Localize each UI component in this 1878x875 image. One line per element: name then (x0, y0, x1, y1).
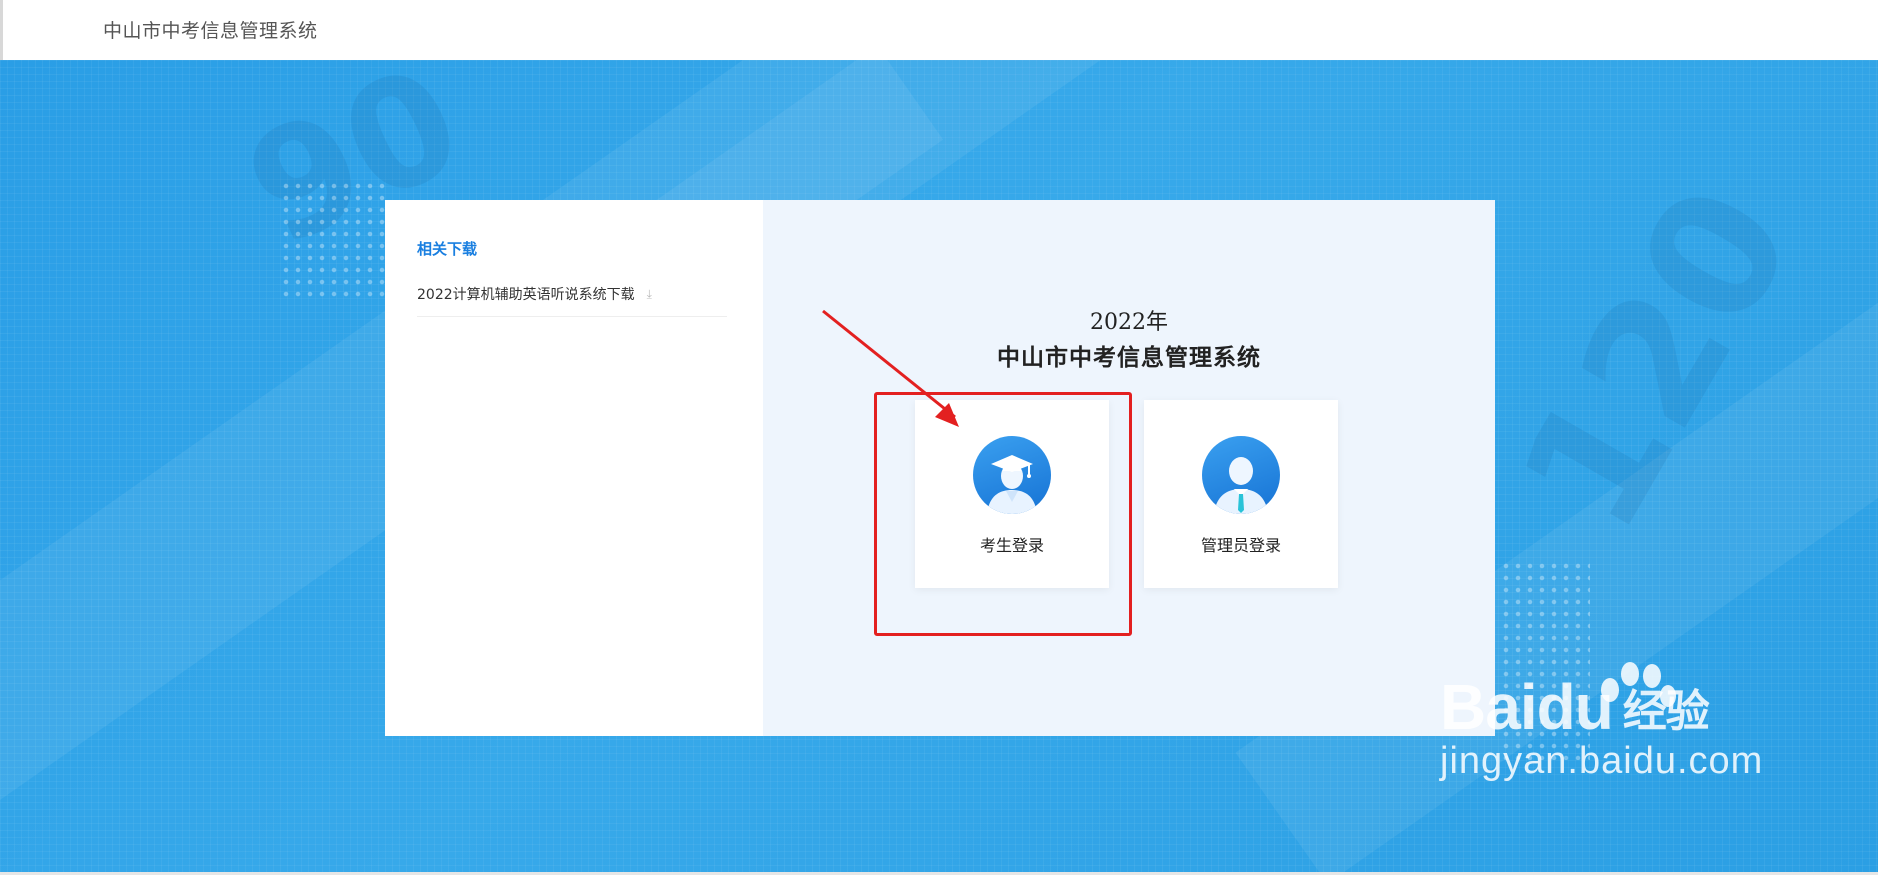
student-login-label: 考生登录 (979, 536, 1044, 555)
system-title: 中山市中考信息管理系统 (997, 344, 1261, 371)
student-avatar-icon (973, 436, 1051, 514)
baidu-jingyan-watermark: Bai du 经验 jingyan.baidu.com (1440, 662, 1764, 783)
downloads-panel: 相关下载 2022计算机辅助英语听说系统下载 ⤓ (385, 200, 763, 736)
site-title: 中山市中考信息管理系统 (103, 20, 318, 42)
download-link-english-system[interactable]: 2022计算机辅助英语听说系统下载 ⤓ (417, 284, 727, 317)
page: 中山市中考信息管理系统 90 120 相关下载 2022计算机辅助英语听说系统下… (0, 0, 1878, 875)
watermark-url: jingyan.baidu.com (1440, 740, 1764, 782)
year-label: 2022年 (1090, 310, 1168, 335)
downloads-heading: 相关下载 (417, 240, 478, 258)
paw-icon (1601, 662, 1676, 707)
watermark-brand-main: Bai (1440, 671, 1538, 743)
background-dots (280, 180, 390, 300)
top-bar: 中山市中考信息管理系统 (0, 0, 1878, 60)
login-panel: 相关下载 2022计算机辅助英语听说系统下载 ⤓ 2022年 中山市中考信息管理… (385, 200, 1495, 736)
download-link-label: 2022计算机辅助英语听说系统下载 (417, 287, 635, 303)
student-login-button[interactable]: 考生登录 (915, 400, 1109, 588)
admin-login-label: 管理员登录 (1200, 536, 1281, 555)
admin-avatar-icon (1202, 436, 1280, 514)
login-options-panel: 2022年 中山市中考信息管理系统 考生登录 管理员登录 (763, 200, 1495, 736)
download-icon: ⤓ (646, 286, 652, 301)
admin-login-button[interactable]: 管理员登录 (1144, 400, 1338, 588)
